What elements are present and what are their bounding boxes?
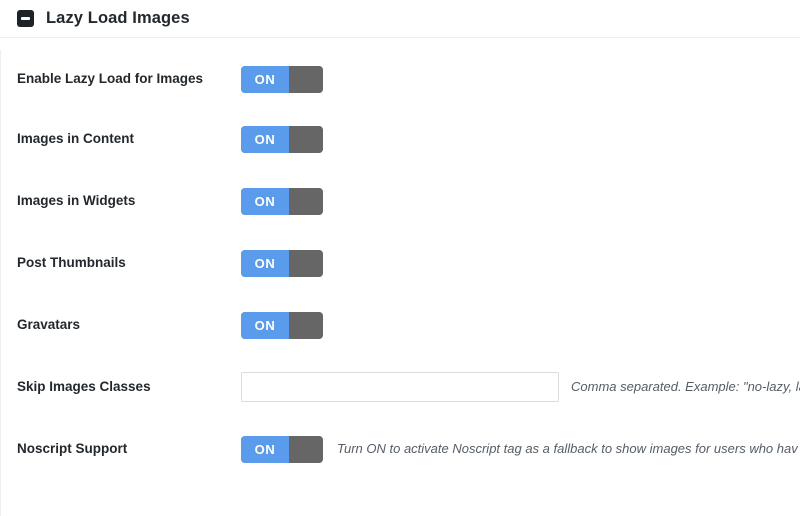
toggle-knob — [289, 65, 323, 93]
toggle-state-label: ON — [254, 441, 276, 457]
toggle-images-in-widgets[interactable]: ON — [241, 187, 323, 215]
setting-label: Post Thumbnails — [17, 254, 126, 270]
setting-row-gravatars: Gravatars ON — [1, 294, 800, 356]
toggle-state-label: ON — [254, 71, 276, 87]
toggle-on-side: ON — [241, 311, 289, 339]
toggle-knob — [289, 435, 323, 463]
panel-body: Enable Lazy Load for Images ON Images in… — [0, 50, 800, 516]
noscript-support-hint: Turn ON to activate Noscript tag as a fa… — [337, 440, 798, 456]
toggle-on-side: ON — [241, 187, 289, 215]
toggle-on-side: ON — [241, 435, 289, 463]
skip-images-classes-hint: Comma separated. Example: "no-lazy, lazy — [571, 378, 800, 394]
setting-row-images-in-widgets: Images in Widgets ON — [1, 170, 800, 232]
minus-square-icon[interactable] — [17, 10, 34, 27]
setting-label: Noscript Support — [17, 440, 128, 456]
toggle-state-label: ON — [254, 193, 276, 209]
setting-row-noscript-support: Noscript Support ON Turn ON to activate … — [1, 418, 800, 480]
setting-label: Skip Images Classes — [17, 378, 151, 394]
toggle-on-side: ON — [241, 249, 289, 277]
setting-row-skip-images-classes: Skip Images Classes Comma separated. Exa… — [1, 356, 800, 418]
toggle-enable-lazy-load[interactable]: ON — [241, 65, 323, 93]
page-title: Lazy Load Images — [46, 9, 190, 28]
toggle-on-side: ON — [241, 125, 289, 153]
setting-row-enable-lazy-load: Enable Lazy Load for Images ON — [1, 50, 800, 108]
toggle-post-thumbnails[interactable]: ON — [241, 249, 323, 277]
toggle-state-label: ON — [254, 317, 276, 333]
toggle-gravatars[interactable]: ON — [241, 311, 323, 339]
toggle-knob — [289, 249, 323, 277]
toggle-knob — [289, 125, 323, 153]
setting-row-post-thumbnails: Post Thumbnails ON — [1, 232, 800, 294]
setting-label: Images in Content — [17, 130, 135, 146]
toggle-state-label: ON — [254, 131, 276, 147]
lazy-load-images-panel: Lazy Load Images Enable Lazy Load for Im… — [0, 0, 800, 516]
setting-label: Images in Widgets — [17, 192, 136, 208]
setting-row-images-in-content: Images in Content ON — [1, 108, 800, 170]
panel-header[interactable]: Lazy Load Images — [0, 0, 800, 38]
minus-bar — [21, 17, 30, 20]
toggle-knob — [289, 187, 323, 215]
toggle-state-label: ON — [254, 255, 276, 271]
toggle-on-side: ON — [241, 65, 289, 93]
skip-images-classes-input[interactable] — [241, 372, 559, 402]
toggle-noscript-support[interactable]: ON — [241, 435, 323, 463]
toggle-images-in-content[interactable]: ON — [241, 125, 323, 153]
setting-label: Enable Lazy Load for Images — [17, 70, 204, 86]
toggle-knob — [289, 311, 323, 339]
setting-label: Gravatars — [17, 316, 81, 332]
